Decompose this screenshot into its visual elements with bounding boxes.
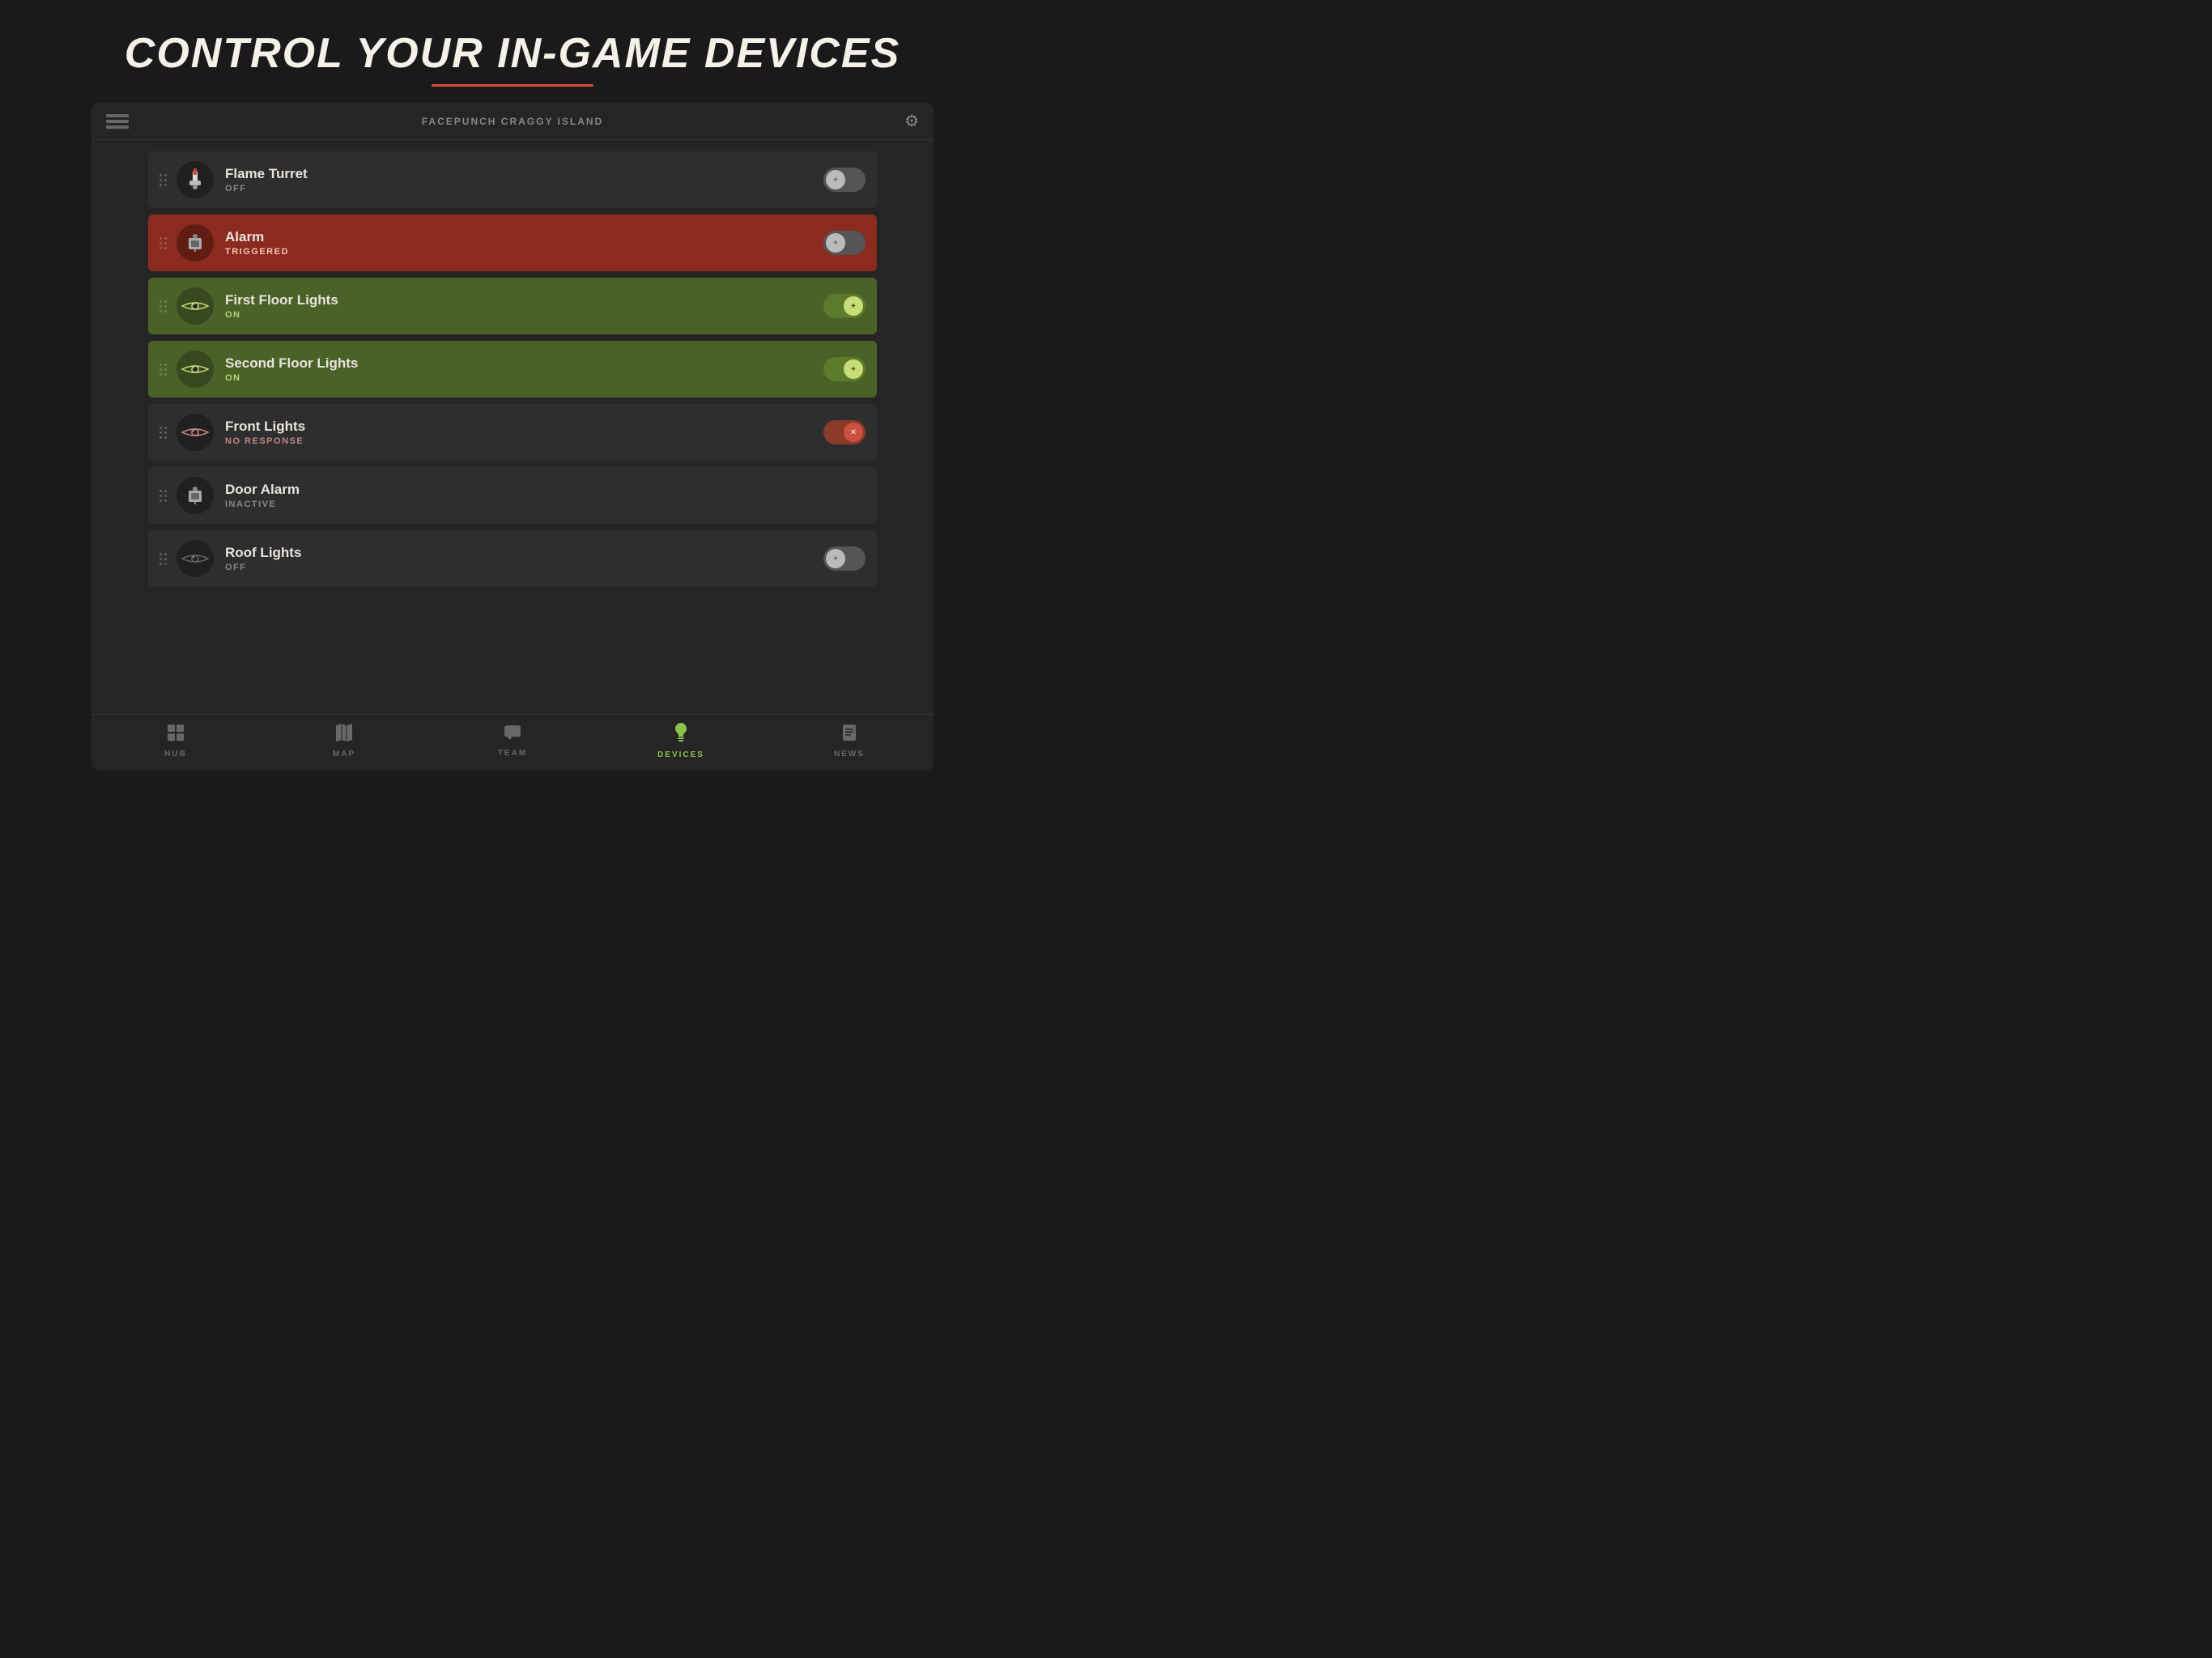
device-info-alarm: Alarm TRIGGERED bbox=[225, 229, 823, 257]
device-info-second-floor-lights: Second Floor Lights ON bbox=[225, 355, 823, 383]
server-icon bbox=[106, 114, 129, 129]
device-row-roof-lights[interactable]: Roof Lights OFF ✦ bbox=[148, 530, 877, 587]
nav-label-devices: DEVICES bbox=[657, 750, 704, 759]
drag-handle-door-alarm bbox=[160, 490, 167, 502]
main-panel: FACEPUNCH CRAGGY ISLAND ⚙ Flame Turret O… bbox=[91, 103, 934, 771]
server-icon-bar-3 bbox=[106, 125, 129, 129]
device-toggle[interactable]: ✦ bbox=[823, 231, 866, 255]
gear-icon: ⚙ bbox=[904, 113, 919, 130]
device-row-flame-turret[interactable]: Flame Turret OFF ✦ bbox=[148, 151, 877, 208]
device-icon-roof-lights bbox=[177, 540, 214, 577]
drag-handle-alarm bbox=[160, 237, 167, 249]
device-status-flame-turret: OFF bbox=[225, 184, 823, 193]
nav-icon-hub bbox=[167, 724, 185, 746]
device-icon-door-alarm bbox=[177, 477, 214, 514]
server-icon-bar-1 bbox=[106, 114, 129, 117]
device-icon-front-lights bbox=[177, 414, 214, 451]
device-toggle[interactable]: ✦ bbox=[823, 168, 866, 192]
device-name-front-lights: Front Lights bbox=[225, 419, 823, 435]
device-name-alarm: Alarm bbox=[225, 229, 823, 245]
device-name-first-floor-lights: First Floor Lights bbox=[225, 292, 823, 308]
device-status-roof-lights: OFF bbox=[225, 563, 823, 572]
devices-list: Flame Turret OFF ✦ Alarm TRIGGERED bbox=[91, 140, 934, 714]
nav-item-hub[interactable]: HUB bbox=[143, 724, 208, 759]
device-icon-second-floor-lights bbox=[177, 351, 214, 388]
device-row-door-alarm[interactable]: Door Alarm INACTIVE bbox=[148, 467, 877, 524]
device-info-door-alarm: Door Alarm INACTIVE bbox=[225, 482, 866, 509]
nav-item-team[interactable]: TEAM bbox=[480, 725, 545, 758]
nav-label-team: TEAM bbox=[498, 749, 527, 758]
device-info-roof-lights: Roof Lights OFF bbox=[225, 545, 823, 572]
device-status-second-floor-lights: ON bbox=[225, 373, 823, 383]
drag-handle-front-lights bbox=[160, 427, 167, 439]
device-status-alarm: TRIGGERED bbox=[225, 247, 823, 257]
device-toggle[interactable]: ✦ bbox=[823, 294, 866, 318]
server-name: FACEPUNCH CRAGGY ISLAND bbox=[422, 116, 603, 127]
device-toggle[interactable]: ✕ bbox=[823, 420, 866, 444]
device-icon-flame-turret bbox=[177, 161, 214, 198]
device-info-first-floor-lights: First Floor Lights ON bbox=[225, 292, 823, 320]
panel-header: FACEPUNCH CRAGGY ISLAND ⚙ bbox=[91, 103, 934, 140]
server-icon-bar-2 bbox=[106, 120, 129, 123]
page-title: CONTROL YOUR IN-GAME DEVICES bbox=[125, 29, 900, 78]
nav-icon-devices bbox=[674, 723, 688, 747]
device-row-first-floor-lights[interactable]: First Floor Lights ON ✦ bbox=[148, 278, 877, 334]
device-status-front-lights: NO RESPONSE bbox=[225, 436, 823, 446]
settings-button[interactable]: ⚙ bbox=[904, 111, 919, 131]
page-header: CONTROL YOUR IN-GAME DEVICES bbox=[0, 0, 1025, 103]
nav-item-news[interactable]: NEWS bbox=[817, 724, 882, 759]
device-row-alarm[interactable]: Alarm TRIGGERED ✦ bbox=[148, 215, 877, 271]
nav-label-map: MAP bbox=[333, 750, 355, 759]
device-info-front-lights: Front Lights NO RESPONSE bbox=[225, 419, 823, 446]
device-icon-alarm bbox=[177, 224, 214, 261]
nav-label-hub: HUB bbox=[164, 750, 187, 759]
device-status-first-floor-lights: ON bbox=[225, 310, 823, 320]
device-status-door-alarm: INACTIVE bbox=[225, 500, 866, 509]
drag-handle-second-floor-lights bbox=[160, 363, 167, 376]
drag-handle-flame-turret bbox=[160, 174, 167, 186]
device-row-front-lights[interactable]: Front Lights NO RESPONSE ✕ bbox=[148, 404, 877, 461]
title-underline bbox=[432, 84, 593, 87]
bottom-nav: HUB MAP TEAM DEVICES NEWS bbox=[91, 714, 934, 771]
device-row-second-floor-lights[interactable]: Second Floor Lights ON ✦ bbox=[148, 341, 877, 397]
drag-handle-first-floor-lights bbox=[160, 300, 167, 312]
device-name-flame-turret: Flame Turret bbox=[225, 166, 823, 182]
device-name-roof-lights: Roof Lights bbox=[225, 545, 823, 561]
device-toggle[interactable]: ✦ bbox=[823, 546, 866, 571]
panel-header-left bbox=[106, 114, 129, 129]
nav-label-news: NEWS bbox=[834, 750, 865, 759]
drag-handle-roof-lights bbox=[160, 553, 167, 565]
device-info-flame-turret: Flame Turret OFF bbox=[225, 166, 823, 193]
device-icon-first-floor-lights bbox=[177, 287, 214, 325]
nav-item-devices[interactable]: DEVICES bbox=[649, 723, 713, 759]
device-toggle[interactable]: ✦ bbox=[823, 357, 866, 381]
device-name-second-floor-lights: Second Floor Lights bbox=[225, 355, 823, 372]
nav-item-map[interactable]: MAP bbox=[312, 724, 376, 759]
device-name-door-alarm: Door Alarm bbox=[225, 482, 866, 498]
nav-icon-news bbox=[842, 724, 857, 746]
nav-icon-map bbox=[336, 724, 352, 746]
nav-icon-team bbox=[504, 725, 521, 746]
